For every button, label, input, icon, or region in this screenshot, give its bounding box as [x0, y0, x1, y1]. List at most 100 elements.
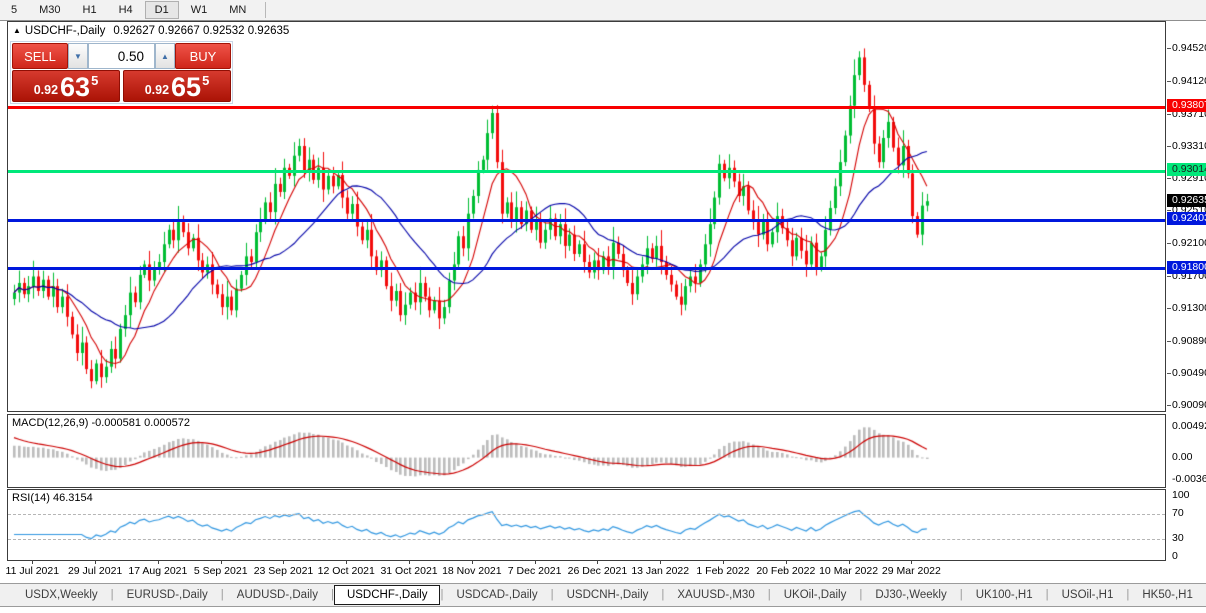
- chart-tab-usdcad[interactable]: USDCAD-,Daily: [443, 586, 550, 604]
- macd-pane[interactable]: MACD(12,26,9) -0.000581 0.000572: [7, 414, 1166, 488]
- axis-tick-mark: [1167, 178, 1171, 179]
- date-axis: 11 Jul 202129 Jul 202117 Aug 20215 Sep 2…: [0, 560, 1166, 582]
- timeframe-button-d1[interactable]: D1: [145, 1, 179, 19]
- price-axis-tick: 0.94120: [1172, 75, 1206, 87]
- chart-tab-audusd[interactable]: AUDUSD-,Daily: [224, 586, 331, 604]
- rsi-axis-tick: 30: [1172, 532, 1206, 544]
- date-tick-mark: [723, 560, 724, 564]
- axis-tick-mark: [1167, 210, 1171, 211]
- date-tick-mark: [32, 560, 33, 564]
- date-tick-mark: [472, 560, 473, 564]
- timeframe-button-w1[interactable]: W1: [181, 1, 218, 19]
- price-badge: 0.92635: [1167, 194, 1206, 207]
- chart-tabs-bar: USDX,Weekly|EURUSD-,Daily|AUDUSD-,Daily|…: [0, 583, 1206, 607]
- chart-tab-usdx[interactable]: USDX,Weekly: [12, 586, 111, 604]
- rsi-pane[interactable]: RSI(14) 46.3154: [7, 489, 1166, 561]
- date-label: 29 Mar 2022: [866, 565, 956, 577]
- price-badge: 0.93014: [1167, 163, 1206, 176]
- price-axis-tick: 0.91300: [1172, 302, 1206, 314]
- timeframe-button-mn[interactable]: MN: [219, 1, 256, 19]
- one-click-trade-panel: SELL ▼ ▲ BUY 0.92635 0.92655: [10, 41, 233, 104]
- price-axis-tick: 0.92100: [1172, 237, 1206, 249]
- chart-symbol-label: USDCHF-,Daily: [25, 25, 106, 37]
- chart-tab-dj30[interactable]: DJ30-,Weekly: [862, 586, 959, 604]
- timeframe-toolbar: 5M30H1H4D1W1MN: [0, 0, 1206, 21]
- price-level-line[interactable]: [8, 219, 1165, 222]
- rsi-level-dashed-line: [8, 539, 1165, 540]
- axis-tick-mark: [1167, 48, 1171, 49]
- price-axis: 0.945200.941200.937100.933100.929100.925…: [1167, 0, 1206, 613]
- date-tick-mark: [158, 560, 159, 564]
- sell-quote[interactable]: 0.92635: [12, 70, 120, 102]
- timeframe-button-h1[interactable]: H1: [73, 1, 107, 19]
- price-axis-tick: 0.90490: [1172, 367, 1206, 379]
- sell-price-big: 63: [60, 74, 90, 100]
- rsi-axis-tick: 100: [1172, 489, 1206, 501]
- price-pane[interactable]: ▲ USDCHF-,Daily 0.92627 0.92667 0.92532 0.…: [7, 21, 1166, 412]
- buy-price-big: 65: [171, 74, 201, 100]
- buy-button[interactable]: BUY: [175, 43, 231, 69]
- volume-decrease-button[interactable]: ▼: [68, 43, 88, 69]
- price-axis-tick: 0.94520: [1172, 42, 1206, 54]
- price-level-line[interactable]: [8, 170, 1165, 173]
- axis-tick-mark: [1167, 341, 1171, 342]
- axis-tick-mark: [1167, 308, 1171, 309]
- ohlc-values: 0.92627 0.92667 0.92532 0.92635: [113, 25, 289, 37]
- trading-platform-window: 5M30H1H4D1W1MN ▲USDCHF-,Daily0.92627 0.9…: [0, 0, 1206, 613]
- buy-price-prefix: 0.92: [145, 83, 169, 97]
- price-axis-tick: 0.93310: [1172, 140, 1206, 152]
- price-level-line[interactable]: [8, 267, 1165, 270]
- axis-tick-mark: [1167, 146, 1171, 147]
- axis-tick-mark: [1167, 405, 1171, 406]
- sell-button[interactable]: SELL: [12, 43, 68, 69]
- rsi-canvas: [8, 490, 1165, 560]
- macd-axis-tick: 0.004926: [1172, 420, 1206, 432]
- chart-tab-usoil[interactable]: USOil-,H1: [1049, 586, 1127, 604]
- volume-input[interactable]: [88, 43, 155, 69]
- axis-tick-mark: [1167, 276, 1171, 277]
- timeframe-button-m30[interactable]: M30: [29, 1, 70, 19]
- macd-label: MACD(12,26,9) -0.000581 0.000572: [12, 417, 190, 429]
- buy-price-sup: 5: [202, 73, 209, 88]
- volume-increase-button[interactable]: ▲: [155, 43, 175, 69]
- axis-tick-mark: [1167, 114, 1171, 115]
- date-tick-mark: [535, 560, 536, 564]
- toolbar-separator: [265, 2, 266, 18]
- rsi-label: RSI(14) 46.3154: [12, 492, 93, 504]
- axis-tick-mark: [1167, 243, 1171, 244]
- date-tick-mark: [660, 560, 661, 564]
- axis-tick-mark: [1167, 81, 1171, 82]
- price-level-line[interactable]: [8, 106, 1165, 109]
- date-tick-mark: [849, 560, 850, 564]
- price-axis-tick: 0.90090: [1172, 399, 1206, 411]
- date-tick-mark: [346, 560, 347, 564]
- rsi-axis-tick: 70: [1172, 507, 1206, 519]
- sell-price-sup: 5: [91, 73, 98, 88]
- price-badge: 0.93807: [1167, 99, 1206, 112]
- chart-tab-eurusd[interactable]: EURUSD-,Daily: [114, 586, 221, 604]
- macd-axis-tick: -0.003615: [1172, 473, 1206, 485]
- date-tick-mark: [409, 560, 410, 564]
- chart-ohlc-header: ▲ USDCHF-,Daily 0.92627 0.92667 0.92532 0.…: [13, 25, 289, 37]
- chart-tab-xauusd[interactable]: XAUUSD-,M30: [664, 586, 767, 604]
- rsi-level-dashed-line: [8, 514, 1165, 515]
- date-tick-mark: [786, 560, 787, 564]
- date-tick-mark: [221, 560, 222, 564]
- date-tick-mark: [95, 560, 96, 564]
- date-tick-mark: [283, 560, 284, 564]
- timeframe-button-h4[interactable]: H4: [109, 1, 143, 19]
- chart-tab-usdcnh[interactable]: USDCNH-,Daily: [554, 586, 662, 604]
- sell-price-prefix: 0.92: [34, 83, 58, 97]
- price-badge: 0.91800: [1167, 261, 1206, 274]
- macd-axis-tick: 0.00: [1172, 451, 1206, 463]
- chart-tab-hk50[interactable]: HK50-,H1: [1129, 586, 1206, 604]
- price-badge: 0.92403: [1167, 212, 1206, 225]
- collapse-icon[interactable]: ▲: [13, 26, 21, 35]
- timeframe-button-5[interactable]: 5: [1, 1, 27, 19]
- chart-tab-ukoil[interactable]: UKOil-,Daily: [771, 586, 860, 604]
- buy-quote[interactable]: 0.92655: [123, 70, 231, 102]
- rsi-axis-tick: 0: [1172, 550, 1206, 562]
- chart-tab-usdchf[interactable]: USDCHF-,Daily: [334, 585, 441, 605]
- chart-tab-uk100[interactable]: UK100-,H1: [963, 586, 1046, 604]
- date-tick-mark: [597, 560, 598, 564]
